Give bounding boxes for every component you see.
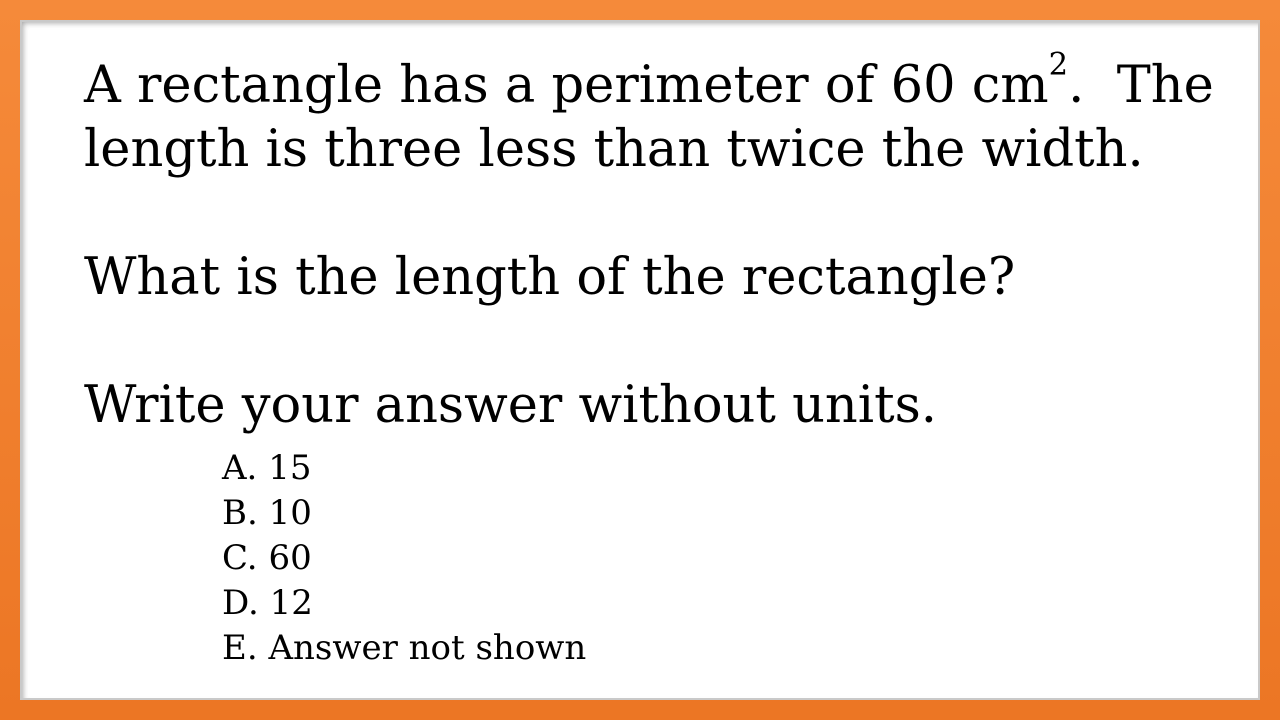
choice-text: 12: [269, 583, 313, 623]
choice-letter: B.: [222, 493, 258, 533]
answer-choice-e[interactable]: E. Answer not shown: [222, 626, 586, 671]
answer-choice-b[interactable]: B. 10: [222, 491, 586, 536]
choice-text: 15: [268, 448, 312, 488]
choice-letter: A.: [222, 448, 258, 488]
question-line-1: A rectangle has a perimeter of 60 cm2. T…: [84, 50, 1224, 118]
choice-letter: E.: [222, 628, 258, 668]
answer-choice-d[interactable]: D. 12: [222, 581, 586, 626]
choice-text: 10: [268, 493, 312, 533]
answer-choice-a[interactable]: A. 15: [222, 446, 586, 491]
slide-content: A rectangle has a perimeter of 60 cm2. T…: [20, 20, 1260, 700]
question-block: A rectangle has a perimeter of 60 cm2. T…: [84, 50, 1224, 438]
answer-choice-c[interactable]: C. 60: [222, 536, 586, 581]
orange-border-frame: A rectangle has a perimeter of 60 cm2. T…: [0, 0, 1280, 720]
superscript-exponent: 2: [1048, 47, 1069, 83]
question-line-1-text: A rectangle has a perimeter of 60 cm: [84, 56, 1049, 115]
question-line-2: length is three less than twice the widt…: [84, 120, 1144, 179]
question-line-1-end: . The: [1068, 56, 1214, 115]
choice-letter: C.: [222, 538, 258, 578]
question-prompt: What is the length of the rectangle?: [84, 248, 1016, 307]
answer-choices-list: A. 15 B. 10 C. 60 D. 12 E. Answer not sh…: [222, 446, 586, 671]
choice-text: 60: [268, 538, 312, 578]
choice-letter: D.: [222, 583, 259, 623]
choice-text: Answer not shown: [268, 628, 587, 668]
question-instruction: Write your answer without units.: [84, 376, 937, 435]
